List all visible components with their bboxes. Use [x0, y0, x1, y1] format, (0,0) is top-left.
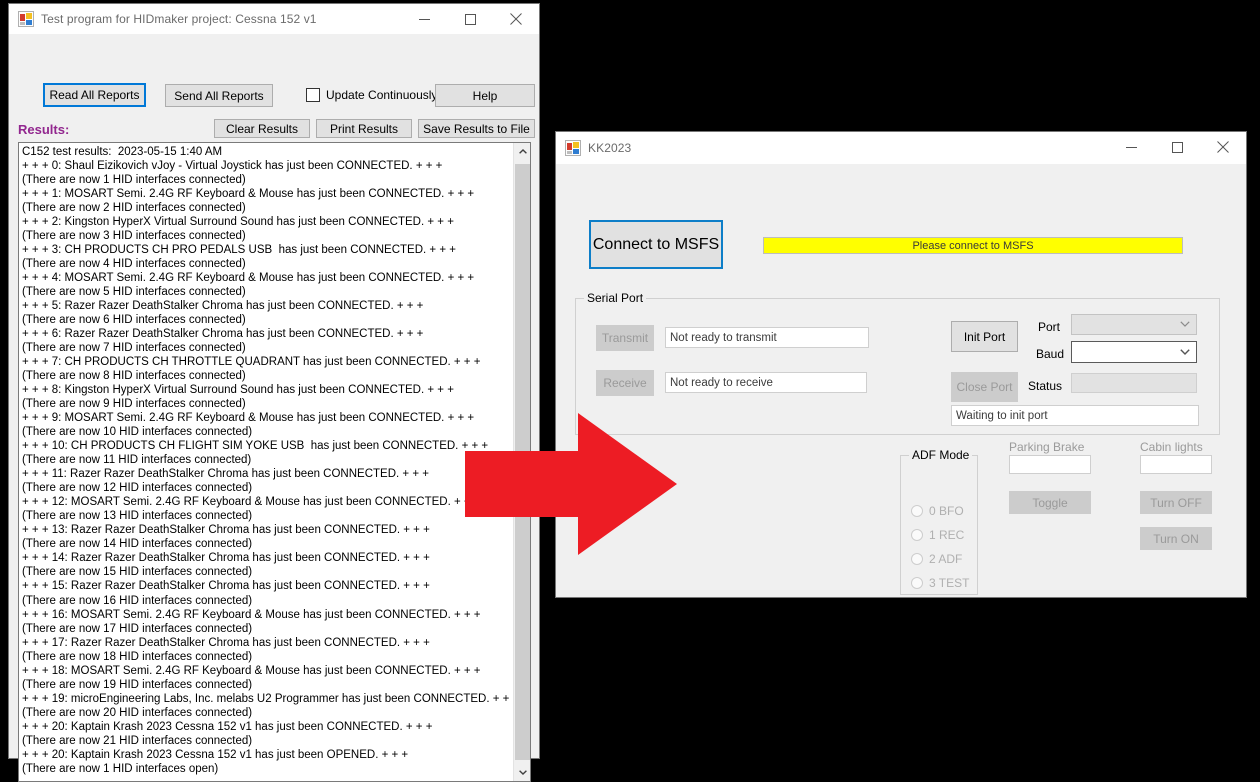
clear-results-button[interactable]: Clear Results: [214, 119, 310, 138]
adf-mode-radio-2-label: 2 ADF: [929, 552, 963, 566]
msfs-status-banner: Please connect to MSFS: [763, 237, 1183, 254]
adf-mode-group-title: ADF Mode: [909, 448, 973, 462]
scroll-down-icon[interactable]: [514, 764, 530, 781]
send-all-reports-button[interactable]: Send All Reports: [165, 84, 273, 107]
save-results-to-file-button[interactable]: Save Results to File: [418, 119, 535, 138]
radio-button-icon: [911, 529, 923, 541]
transmit-button[interactable]: Transmit: [596, 325, 654, 351]
port-select[interactable]: [1071, 314, 1197, 335]
main-window-controls: [401, 4, 539, 34]
help-button[interactable]: Help: [435, 84, 535, 107]
print-results-button[interactable]: Print Results: [316, 119, 412, 138]
port-message-field: Waiting to init port: [951, 405, 1199, 426]
minimize-icon[interactable]: [1108, 132, 1154, 162]
init-port-button[interactable]: Init Port: [951, 321, 1018, 352]
radio-button-icon: [911, 553, 923, 565]
status-label: Status: [1028, 379, 1063, 393]
kk2023-titlebar[interactable]: KK2023: [556, 132, 1246, 164]
app-window-icon: [565, 140, 581, 156]
results-text-content: C152 test results: 2023-05-15 1:40 AM + …: [22, 146, 513, 775]
serial-port-group: Serial Port Transmit Not ready to transm…: [575, 291, 1220, 435]
adf-mode-radio-2[interactable]: 2 ADF: [911, 552, 962, 566]
close-icon[interactable]: [493, 4, 539, 34]
status-field: [1071, 373, 1197, 393]
read-all-reports-button[interactable]: Read All Reports: [43, 83, 146, 107]
update-continuously-label: Update Continuously: [326, 88, 438, 102]
parking-brake-label: Parking Brake: [1009, 440, 1085, 454]
maximize-icon[interactable]: [1154, 132, 1200, 162]
kk2023-window-controls: [1108, 132, 1246, 162]
adf-mode-radio-3[interactable]: 3 TEST: [911, 576, 969, 590]
scrollbar-thumb[interactable]: [515, 164, 530, 760]
main-window-titlebar[interactable]: Test program for HIDmaker project: Cessn…: [9, 4, 539, 34]
receive-button[interactable]: Receive: [596, 370, 654, 396]
parking-brake-toggle-button[interactable]: Toggle: [1009, 491, 1091, 514]
adf-mode-group: ADF Mode 0 BFO 1 REC 2 ADF 3 TEST: [900, 448, 978, 595]
minimize-icon[interactable]: [401, 4, 447, 34]
adf-mode-radio-3-label: 3 TEST: [929, 576, 970, 590]
results-textarea[interactable]: C152 test results: 2023-05-15 1:40 AM + …: [18, 142, 531, 782]
main-window-title: Test program for HIDmaker project: Cessn…: [41, 12, 317, 26]
update-continuously-checkbox[interactable]: [306, 88, 320, 102]
adf-mode-radio-0[interactable]: 0 BFO: [911, 504, 964, 518]
kk2023-title: KK2023: [588, 141, 632, 155]
main-window: Test program for HIDmaker project: Cessn…: [8, 3, 540, 782]
port-label: Port: [1038, 320, 1061, 334]
adf-mode-radio-0-label: 0 BFO: [929, 504, 964, 518]
baud-select[interactable]: [1071, 341, 1197, 363]
transmit-status-field: Not ready to transmit: [665, 327, 869, 348]
cabin-lights-turn-on-button[interactable]: Turn ON: [1140, 527, 1212, 550]
radio-button-icon: [911, 505, 923, 517]
serial-port-group-title: Serial Port: [584, 291, 647, 305]
chevron-down-icon: [1180, 348, 1190, 357]
adf-mode-radio-1-label: 1 REC: [929, 528, 965, 542]
chevron-down-icon: [1180, 320, 1190, 329]
cabin-lights-turn-off-button[interactable]: Turn OFF: [1140, 491, 1212, 514]
cabin-lights-label: Cabin lights: [1140, 440, 1203, 454]
baud-label: Baud: [1036, 347, 1065, 361]
parking-brake-field: [1009, 455, 1091, 474]
cabin-lights-field: [1140, 455, 1212, 474]
close-port-button[interactable]: Close Port: [951, 372, 1018, 402]
main-window-body: Read All Reports Send All Reports Update…: [9, 34, 539, 782]
app-window-icon: [18, 11, 34, 27]
receive-status-field: Not ready to receive: [665, 372, 867, 393]
close-icon[interactable]: [1200, 132, 1246, 162]
radio-button-icon: [911, 577, 923, 589]
results-scrollbar[interactable]: [513, 143, 530, 781]
maximize-icon[interactable]: [447, 4, 493, 34]
connect-to-msfs-button[interactable]: Connect to MSFS: [589, 220, 723, 269]
adf-mode-radio-1[interactable]: 1 REC: [911, 528, 964, 542]
scroll-up-icon[interactable]: [514, 143, 530, 160]
results-label: Results:: [18, 122, 70, 137]
